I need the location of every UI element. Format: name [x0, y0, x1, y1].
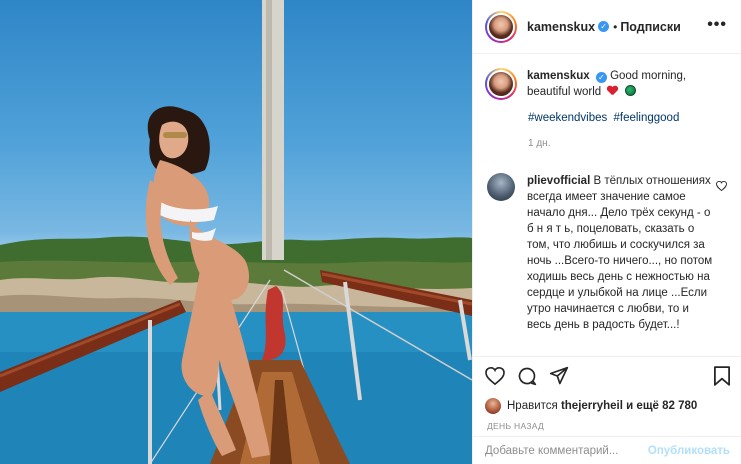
- comment-input[interactable]: [485, 444, 648, 457]
- likes-summary: Нравится thejerryheil и ещё 82 780: [473, 395, 741, 417]
- caption-username[interactable]: kamenskux: [527, 70, 590, 82]
- caption-text: Good morning,: [610, 70, 687, 82]
- post-timestamp: ДЕНЬ НАЗАД: [487, 421, 545, 431]
- post-photo[interactable]: [0, 0, 472, 464]
- caption-verified-icon: ✓: [595, 72, 607, 83]
- add-comment-bar: Опубликовать: [473, 436, 741, 464]
- caption-body: kamenskux ✓ Good morning, beautiful worl…: [527, 68, 713, 100]
- post-side-panel: kamenskux ✓ • Подписки ••• kamenskux ✓ G…: [472, 0, 741, 464]
- comment-icon[interactable]: [517, 366, 537, 386]
- commenter-avatar[interactable]: [487, 173, 515, 201]
- caption-age: 1 дн.: [528, 138, 551, 149]
- red-heart-emoji-icon: [607, 86, 618, 96]
- verified-icon: ✓: [598, 21, 610, 32]
- avatar[interactable]: [485, 10, 517, 43]
- liker-avatar[interactable]: [485, 398, 501, 414]
- hashtag-link[interactable]: #weekendvibes: [528, 112, 607, 124]
- caption-hashtags: #weekendvibes #feelinggood: [528, 112, 729, 124]
- following-button[interactable]: Подписки: [620, 20, 681, 34]
- likes-prefix: Нравится: [507, 400, 558, 412]
- liker-username[interactable]: thejerryheil: [561, 400, 623, 412]
- comment-item: plievofficial В тёплых отношениях всегда…: [485, 173, 729, 333]
- heart-icon[interactable]: [485, 367, 505, 385]
- header-separator: •: [613, 19, 618, 34]
- bookmark-icon[interactable]: [714, 366, 730, 386]
- post-photo-art: [0, 0, 472, 464]
- post-author-username[interactable]: kamenskux: [527, 20, 595, 34]
- commenter-username[interactable]: plievofficial: [527, 175, 590, 187]
- comments-list[interactable]: kamenskux ✓ Good morning, beautiful worl…: [473, 54, 741, 358]
- comment-like-icon[interactable]: [716, 180, 727, 194]
- hashtag-link[interactable]: #feelinggood: [613, 112, 679, 124]
- more-icon[interactable]: •••: [707, 17, 727, 33]
- caption: kamenskux ✓ Good morning, beautiful worl…: [485, 68, 729, 100]
- action-buttons: [473, 357, 741, 395]
- likes-count[interactable]: и ещё 82 780: [626, 400, 697, 412]
- post-actions: Нравится thejerryheil и ещё 82 780 ДЕНЬ …: [473, 356, 741, 464]
- green-circle-emoji-icon: [624, 85, 636, 96]
- post-header: kamenskux ✓ • Подписки •••: [473, 0, 741, 54]
- publish-button[interactable]: Опубликовать: [648, 445, 730, 457]
- share-icon[interactable]: [549, 366, 569, 386]
- caption-text-line2: beautiful world: [527, 86, 602, 98]
- comment-text: В тёплых отношениях всегда имеет значени…: [527, 175, 713, 331]
- caption-avatar[interactable]: [485, 68, 517, 100]
- comment-body: plievofficial В тёплых отношениях всегда…: [527, 173, 713, 333]
